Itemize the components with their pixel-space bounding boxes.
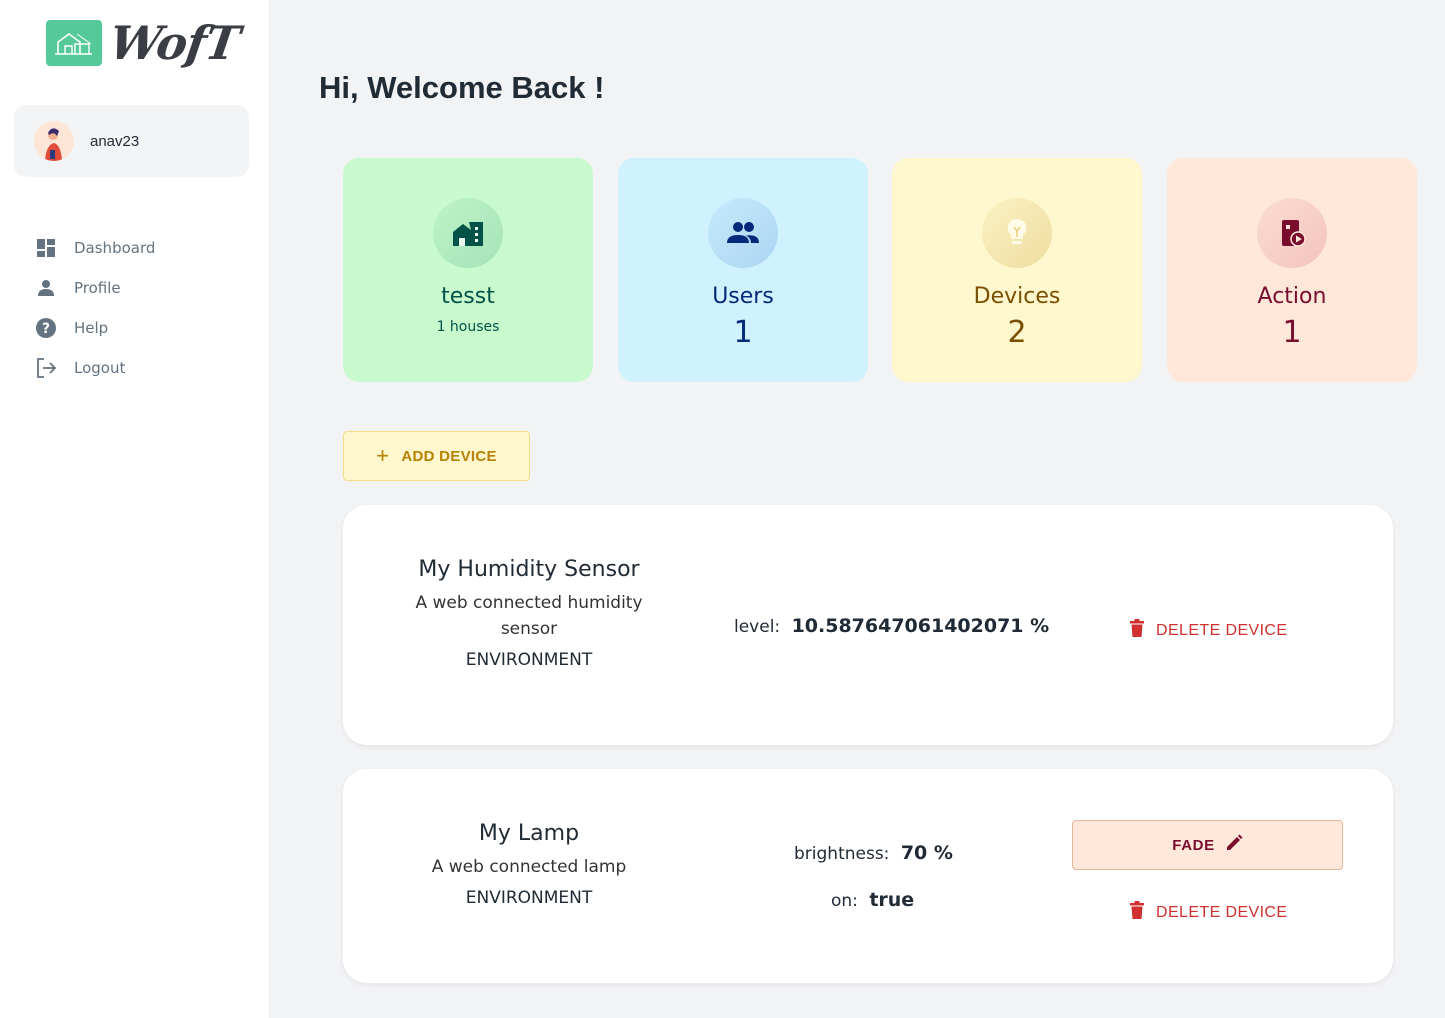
users-icon	[708, 198, 778, 268]
device-info: My Humidity Sensor A web connected humid…	[399, 557, 659, 670]
device-property-brightness: brightness: 70 %	[794, 842, 953, 864]
device-property-on: on: true	[831, 889, 914, 911]
logo-text: WofT	[106, 16, 243, 70]
page-title: Hi, Welcome Back !	[319, 70, 605, 105]
help-icon: ?	[34, 316, 58, 340]
house-icon	[433, 198, 503, 268]
stat-title: Devices	[973, 284, 1061, 309]
device-card-lamp: My Lamp A web connected lamp ENVIRONMENT…	[343, 769, 1393, 983]
stat-card-devices[interactable]: Devices 2	[892, 158, 1142, 382]
sidebar-item-logout[interactable]: Logout	[34, 348, 155, 388]
delete-device-label: DELETE DEVICE	[1156, 903, 1288, 921]
plus-icon: +	[376, 443, 390, 468]
sidebar-item-label: Help	[74, 319, 109, 337]
sidebar-nav: Dashboard Profile ? Help Logout	[34, 228, 155, 388]
device-name: My Lamp	[478, 821, 580, 846]
dashboard-icon	[34, 236, 58, 260]
property-value: true	[869, 889, 915, 911]
stat-value: 1	[733, 315, 753, 350]
pencil-icon	[1225, 834, 1243, 856]
stat-card-action[interactable]: Action 1	[1167, 158, 1417, 382]
account-username: anav23	[90, 132, 140, 150]
device-card-humidity-sensor: My Humidity Sensor A web connected humid…	[343, 505, 1393, 745]
stat-value: 2	[1007, 315, 1027, 350]
property-key: on:	[831, 891, 858, 911]
fade-label: FADE	[1172, 836, 1215, 854]
avatar	[34, 121, 74, 161]
property-key: brightness:	[794, 844, 890, 864]
bulb-icon	[982, 198, 1052, 268]
stat-card-users[interactable]: Users 1	[618, 158, 868, 382]
property-key: level:	[734, 617, 781, 637]
delete-device-button[interactable]: DELETE DEVICE	[1130, 901, 1287, 924]
svg-text:?: ?	[42, 321, 50, 337]
person-icon	[34, 276, 58, 300]
add-device-button[interactable]: + ADD DEVICE	[343, 431, 530, 481]
device-category: ENVIRONMENT	[465, 888, 593, 908]
device-description: A web connected lamp	[431, 857, 627, 877]
house-logo-icon	[46, 20, 102, 66]
stat-title: tesst	[441, 284, 495, 309]
stat-card-house[interactable]: tesst 1 houses	[343, 158, 593, 382]
sidebar-item-dashboard[interactable]: Dashboard	[34, 228, 155, 268]
property-value: 70 %	[900, 842, 953, 864]
logout-icon	[34, 356, 58, 380]
stat-value: 1	[1282, 315, 1302, 350]
device-name: My Humidity Sensor	[418, 557, 640, 582]
add-device-label: ADD DEVICE	[401, 447, 497, 465]
sidebar: WofT anav23 Dashboard Profile ? Help Log…	[0, 0, 270, 1018]
trash-icon	[1130, 619, 1144, 642]
property-value: 10.587647061402071 %	[791, 615, 1050, 637]
trash-icon	[1130, 901, 1144, 924]
stat-title: Action	[1257, 284, 1327, 309]
sidebar-item-help[interactable]: ? Help	[34, 308, 155, 348]
account-card[interactable]: anav23	[14, 105, 249, 177]
action-icon	[1257, 198, 1327, 268]
device-category: ENVIRONMENT	[465, 650, 593, 670]
sidebar-item-profile[interactable]: Profile	[34, 268, 155, 308]
app-logo[interactable]: WofT	[46, 16, 243, 70]
delete-device-label: DELETE DEVICE	[1156, 621, 1288, 639]
stat-title: Users	[712, 284, 774, 309]
delete-device-button[interactable]: DELETE DEVICE	[1130, 619, 1287, 642]
sidebar-item-label: Dashboard	[74, 239, 156, 257]
sidebar-item-label: Logout	[74, 359, 126, 377]
fade-button[interactable]: FADE	[1072, 820, 1343, 870]
sidebar-item-label: Profile	[74, 279, 121, 297]
stat-subtitle: 1 houses	[436, 319, 500, 335]
device-info: My Lamp A web connected lamp ENVIRONMENT	[399, 821, 659, 908]
device-property-level: level: 10.587647061402071 %	[734, 615, 1049, 637]
device-description: A web connected humidity sensor	[415, 593, 643, 639]
